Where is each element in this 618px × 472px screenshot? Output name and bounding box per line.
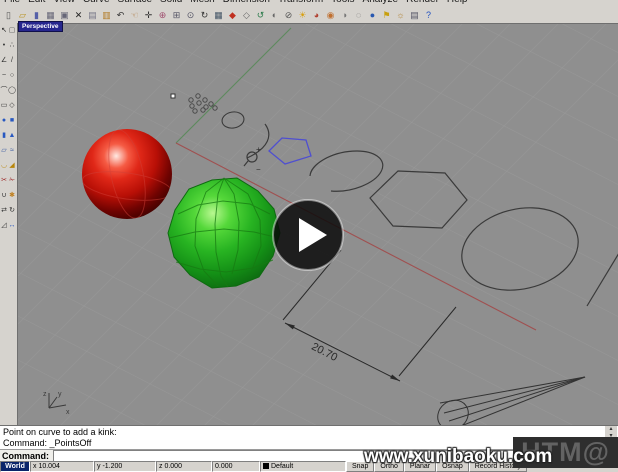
menu-item[interactable]: Transform [274, 0, 327, 5]
named-views-icon[interactable]: ◆ [226, 9, 239, 22]
menu-item[interactable]: View [49, 0, 79, 5]
trim-icon[interactable]: ✂ [0, 173, 8, 188]
menu-item[interactable]: Surface [114, 0, 156, 5]
gizmo-z-label: z [43, 391, 47, 398]
lock-icon[interactable]: ⊘ [282, 9, 295, 22]
menu-item[interactable]: Help [443, 0, 472, 5]
flag-icon[interactable]: ⚑ [380, 9, 393, 22]
gizmo-y-label: y [58, 391, 62, 398]
cone-icon[interactable]: ▲ [8, 128, 16, 143]
display-wireframe-icon[interactable]: ◌ [352, 9, 365, 22]
curve-icon[interactable]: ~ [0, 68, 8, 83]
menu-item[interactable]: Tools [327, 0, 358, 5]
display-rendered-icon[interactable]: ● [366, 9, 379, 22]
menu-item[interactable]: Analyze [359, 0, 403, 5]
cplane-toggle[interactable]: World [0, 461, 30, 472]
hide-icon[interactable]: ◐ [268, 9, 281, 22]
command-prompt-label: Command: [0, 451, 53, 461]
new-icon[interactable]: ▯ [2, 9, 15, 22]
status-z-coordinate: z 0.000 [156, 461, 212, 472]
rotate-cplane-icon[interactable]: ↺ [254, 9, 267, 22]
layers-icon[interactable]: ▤ [408, 9, 421, 22]
box-icon[interactable]: ■ [8, 113, 16, 128]
move-view-icon[interactable]: ✛ [142, 9, 155, 22]
help-icon[interactable]: ? [422, 9, 435, 22]
explode-icon[interactable]: ✱ [8, 188, 16, 203]
menu-item[interactable]: Dimension [219, 0, 274, 5]
ellipse-icon[interactable]: ◯ [8, 83, 16, 98]
pan-icon[interactable]: ☜ [128, 9, 141, 22]
fillet-icon[interactable]: ◡ [0, 158, 8, 173]
circle-icon[interactable]: ○ [8, 68, 16, 83]
point-icon[interactable]: • [0, 38, 8, 53]
select-rect-icon[interactable]: ▢ [8, 23, 16, 38]
move-tool-icon[interactable]: ⇄ [0, 203, 8, 218]
loft-icon[interactable]: ≈ [8, 143, 16, 158]
zoom-extents-icon[interactable]: ▦ [212, 9, 225, 22]
video-play-button[interactable] [273, 200, 343, 270]
cylinder-icon[interactable]: ▮ [0, 128, 8, 143]
rectangle-icon[interactable]: ▭ [0, 98, 8, 113]
light-icon[interactable]: ☀ [296, 9, 309, 22]
set-view-icon[interactable]: ◇ [240, 9, 253, 22]
watermark-text: www.xunibaoku.com [364, 446, 618, 468]
dimension-tool-icon[interactable]: ↔ [8, 218, 16, 233]
paste-icon[interactable]: ▥ [100, 9, 113, 22]
status-units: 0.000 [212, 461, 260, 472]
layer-name: Default [271, 463, 293, 470]
zoom-selected-icon[interactable]: ⊙ [184, 9, 197, 22]
svg-text:+: + [256, 145, 261, 154]
rotate-tool-icon[interactable]: ↻ [8, 203, 16, 218]
layer-indicator[interactable]: Default [260, 461, 346, 472]
viewport-title[interactable]: Perspective [18, 21, 63, 32]
menu-item[interactable]: File [0, 0, 24, 5]
display-shaded-icon[interactable]: ◕ [310, 9, 323, 22]
copy-icon[interactable]: ▤ [86, 9, 99, 22]
split-icon[interactable]: ✁ [8, 173, 16, 188]
side-toolbar: ↖▢•∴∠/~○⌒◯▭◇●■▮▲▱≈◡◢✂✁∪✱⇄↻◿↔ [0, 23, 17, 235]
perspective-viewport[interactable]: + − 20.70 [17, 23, 618, 425]
chamfer-icon[interactable]: ◢ [8, 158, 16, 173]
scale-tool-icon[interactable]: ◿ [0, 218, 8, 233]
sphere-icon[interactable]: ● [0, 113, 8, 128]
menu-bar: FileEditViewCurveSurfaceSolidMeshDimensi… [0, 0, 618, 8]
rhino-window: { "menu_bar": { "items": ["File","Edit",… [0, 0, 618, 472]
status-y-coordinate: y -1.200 [94, 461, 156, 472]
svg-text:−: − [256, 165, 261, 174]
rotate-view-icon[interactable]: ↻ [198, 9, 211, 22]
line-icon[interactable]: / [8, 53, 16, 68]
delete-icon[interactable]: ✕ [72, 9, 85, 22]
zoom-dynamic-icon[interactable]: ⊕ [156, 9, 169, 22]
surface-icon[interactable]: ▱ [0, 143, 8, 158]
polyline-icon[interactable]: ∠ [0, 53, 8, 68]
menu-item[interactable]: Render [402, 0, 443, 5]
menu-item[interactable]: Edit [24, 0, 49, 5]
scroll-up-icon[interactable]: ▴ [605, 426, 617, 433]
select-pointer-icon[interactable]: ↖ [0, 23, 8, 38]
arc-icon[interactable]: ⌒ [0, 83, 8, 98]
layer-color-swatch [263, 463, 269, 469]
gizmo-x-label: x [66, 409, 70, 416]
menu-item[interactable]: Curve [79, 0, 114, 5]
menu-item[interactable]: Mesh [186, 0, 218, 5]
zoom-window-icon[interactable]: ⊞ [170, 9, 183, 22]
display-ghosted-icon[interactable]: ◑ [338, 9, 351, 22]
join-icon[interactable]: ∪ [0, 188, 8, 203]
status-x-coordinate: x 10.004 [30, 461, 94, 472]
polygon-icon[interactable]: ◇ [8, 98, 16, 113]
menu-items: FileEditViewCurveSurfaceSolidMeshDimensi… [0, 0, 618, 5]
menu-item[interactable]: Solid [156, 0, 186, 5]
undo-icon[interactable]: ↶ [114, 9, 127, 22]
point-cloud-icon[interactable]: ∴ [8, 38, 16, 53]
options-icon[interactable]: ☼ [394, 9, 407, 22]
color-wheel-icon[interactable]: ◉ [324, 9, 337, 22]
main-toolbar: ▯▱▮▦▣✕▤▥↶☜✛⊕⊞⊙↻▦◆◇↺◐⊘☀◕◉◑◌●⚑☼▤? [0, 8, 618, 23]
